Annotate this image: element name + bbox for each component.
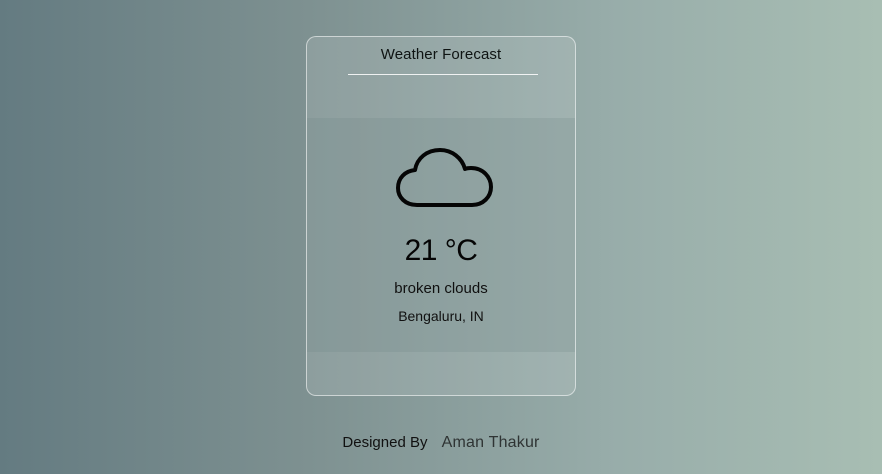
title-divider (348, 74, 538, 75)
weather-card: Weather Forecast 21 °C broken clouds Ben… (306, 36, 576, 396)
weather-panel: 21 °C broken clouds Bengaluru, IN (307, 118, 575, 352)
location-label: Bengaluru, IN (398, 308, 484, 324)
designed-by-label: Designed By (342, 434, 428, 451)
card-title: Weather Forecast (380, 46, 502, 63)
author-name: Aman Thakur (441, 434, 540, 451)
cloud-icon (396, 148, 493, 207)
weather-description: broken clouds (394, 280, 488, 297)
temperature-value: 21 °C (404, 234, 478, 267)
footer-credit: Designed By Aman Thakur (0, 434, 882, 452)
